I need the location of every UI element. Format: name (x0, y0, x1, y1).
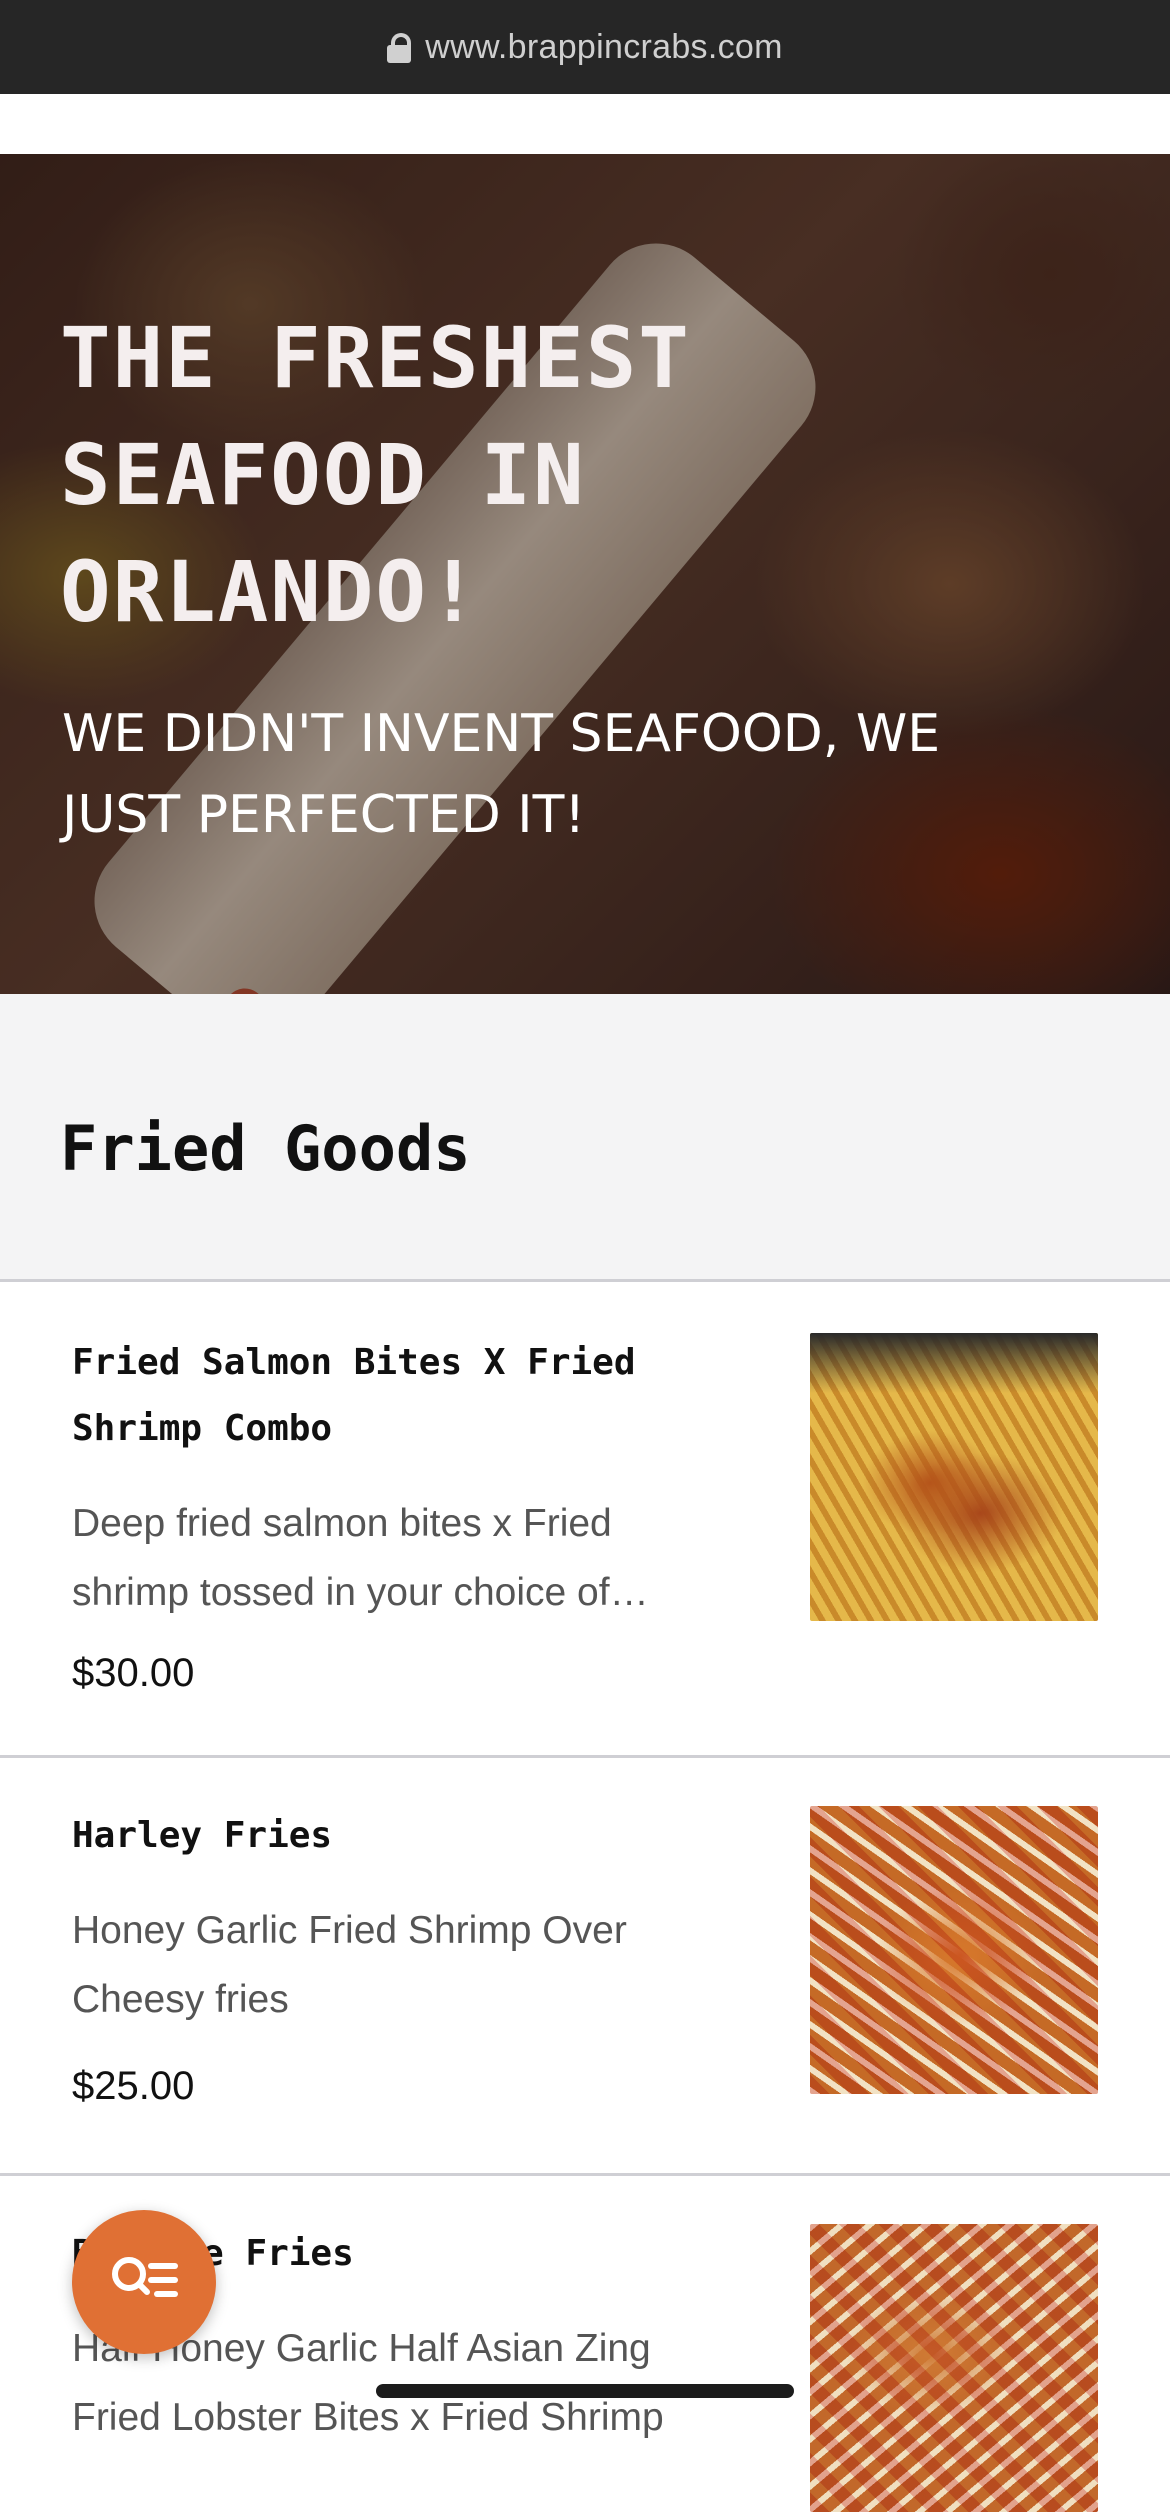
menu-item-name: Harley Fries (72, 1815, 333, 1856)
menu-item[interactable]: Harley Fries Honey Garlic Fried Shrimp O… (0, 1758, 1170, 2176)
menu-item-description: Honey Garlic Fried Shrimp Over Cheesy fr… (72, 1909, 627, 2021)
menu-item-price: $25.00 (72, 2064, 195, 2108)
url-text[interactable]: www.brappincrabs.com (425, 28, 782, 67)
menu-item[interactable]: Fried Salmon Bites X Fried Shrimp Combo … (0, 1282, 1170, 1758)
lock-icon (387, 33, 412, 63)
hero-banner: THE FRESHEST SEAFOOD IN ORLANDO! WE DIDN… (0, 154, 1170, 994)
menu-item-description: Deep fried salmon bites x Fried shrimp t… (72, 1502, 649, 1614)
section-header: Fried Goods (0, 994, 1170, 1282)
menu-item-price: $30.00 (72, 1651, 195, 1695)
menu-item-photo[interactable] (810, 1333, 1098, 1621)
url-bar[interactable]: www.brappincrabs.com (0, 0, 1170, 94)
section-title: Fried Goods (60, 1112, 471, 1185)
hero-subtitle: WE DIDN'T INVENT SEAFOOD, WE JUST PERFEC… (62, 704, 941, 845)
menu-item-photo[interactable] (810, 1806, 1098, 2094)
menu-item-name: Fried Salmon Bites X Fried Shrimp Combo (72, 1342, 636, 1449)
search-menu-icon (112, 2257, 178, 2297)
menu-item-photo[interactable] (810, 2224, 1098, 2512)
home-indicator[interactable] (376, 2384, 794, 2398)
menu-search-button[interactable] (72, 2210, 216, 2354)
hero-title: THE FRESHEST SEAFOOD IN ORLANDO! (60, 309, 691, 641)
